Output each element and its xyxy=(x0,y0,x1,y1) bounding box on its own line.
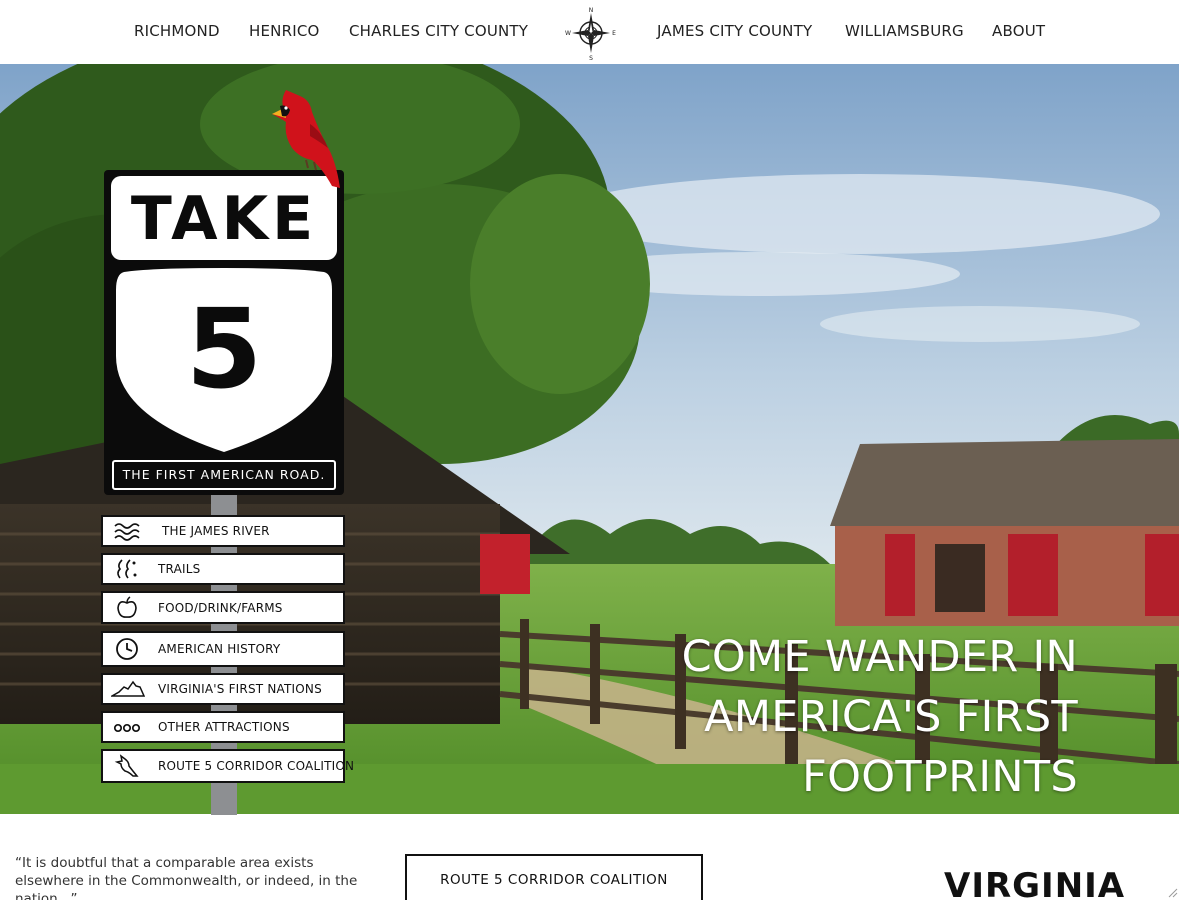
menu-trails[interactable]: TRAILS xyxy=(101,553,345,585)
top-navigation: RICHMOND HENRICO CHARLES CITY COUNTY N S… xyxy=(0,0,1179,64)
nav-williamsburg[interactable]: WILLIAMSBURG xyxy=(845,22,964,40)
compass-e: E xyxy=(612,30,616,37)
compass-s: S xyxy=(589,55,593,60)
compass-w: W xyxy=(565,30,571,37)
headline-line-2: AMERICA'S FIRST xyxy=(704,692,1078,742)
menu-label-james-river: THE JAMES RIVER xyxy=(162,524,270,538)
menu-label-history: AMERICAN HISTORY xyxy=(158,642,281,656)
menu-label-coalition: ROUTE 5 CORRIDOR COALITION xyxy=(158,759,355,773)
footprints-icon xyxy=(117,559,137,579)
menu-food-drink-farms[interactable]: FOOD/DRINK/FARMS xyxy=(101,591,345,624)
cardinal-icon xyxy=(272,90,340,188)
waves-icon xyxy=(114,523,140,541)
nav-james-city-county[interactable]: JAMES CITY COUNTY xyxy=(657,22,812,40)
nav-charles-city-county[interactable]: CHARLES CITY COUNTY xyxy=(349,22,528,40)
nav-henrico[interactable]: HENRICO xyxy=(249,22,320,40)
sign-tagline: THE FIRST AMERICAN ROAD. xyxy=(112,460,336,490)
quote-text: “It is doubtful that a comparable area e… xyxy=(15,855,358,900)
menu-american-history[interactable]: AMERICAN HISTORY xyxy=(101,631,345,667)
menu-virginias-first-nations[interactable]: VIRGINIA'S FIRST NATIONS xyxy=(101,673,345,705)
compass-rose-icon[interactable]: N S W E xyxy=(565,6,617,60)
menu-label-trails: TRAILS xyxy=(158,562,201,576)
menu-the-james-river[interactable]: THE JAMES RIVER xyxy=(101,515,345,547)
headline-line-3: FOOTPRINTS xyxy=(802,752,1078,802)
headline-line-1: COME WANDER IN xyxy=(681,632,1078,682)
nav-about[interactable]: ABOUT xyxy=(992,22,1045,40)
sign-route-number: 5 xyxy=(185,285,263,413)
hero-headline: COME WANDER IN AMERICA'S FIRST FOOTPRINT… xyxy=(608,627,1078,807)
route-5-coalition-button[interactable]: ROUTE 5 CORRIDOR COALITION xyxy=(405,854,703,900)
clock-icon xyxy=(116,638,138,660)
menu-label-food: FOOD/DRINK/FARMS xyxy=(158,600,283,615)
menu-other-attractions[interactable]: OTHER ATTRACTIONS xyxy=(101,711,345,743)
take-5-sign-logo[interactable]: TAKE 5 THE FIRST AMERICAN ROAD. xyxy=(104,170,344,495)
virginia-map-icon xyxy=(111,680,145,697)
virginia-logo[interactable]: VIRGINIA xyxy=(944,866,1125,900)
menu-label-other: OTHER ATTRACTIONS xyxy=(158,720,290,734)
dots-icon xyxy=(113,723,141,733)
nav-richmond[interactable]: RICHMOND xyxy=(134,22,220,40)
compass-n: N xyxy=(589,7,594,14)
menu-label-first-nations: VIRGINIA'S FIRST NATIONS xyxy=(158,682,322,696)
resize-grip-icon[interactable] xyxy=(1166,886,1178,898)
cardinal-outline-icon xyxy=(114,754,139,777)
menu-route-5-corridor-coalition[interactable]: ROUTE 5 CORRIDOR COALITION xyxy=(101,749,354,783)
apple-icon xyxy=(117,595,137,618)
